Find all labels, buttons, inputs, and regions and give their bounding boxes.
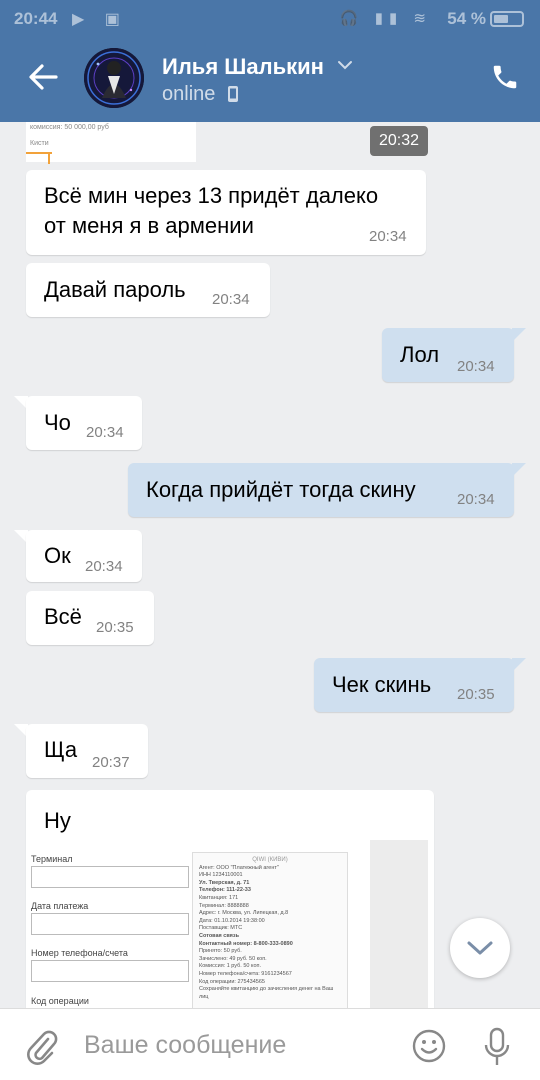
- message-time: 20:34: [457, 491, 495, 508]
- message-bubble-outgoing[interactable]: Лол 20:34: [382, 328, 514, 382]
- avatar[interactable]: [84, 48, 144, 108]
- microphone-icon[interactable]: [484, 1027, 510, 1067]
- message-bubble-incoming[interactable]: Всё мин через 13 придёт далеко от меня я…: [26, 170, 426, 255]
- message-text: Чо: [44, 410, 71, 435]
- receipt-line: Комиссия: 1 руб. 50 коп.: [199, 963, 262, 970]
- receipt-line: Дата: 01.10.2014 19:38:00: [199, 917, 265, 924]
- message-bubble-outgoing[interactable]: Чек скинь 20:35: [314, 658, 514, 712]
- message-text: Всё мин через 13 придёт далеко от меня я…: [44, 183, 379, 238]
- contact-name[interactable]: Илья Шалькин: [162, 54, 324, 80]
- receipt-line: Агент: ООО "Платежный агент": [199, 864, 279, 871]
- image-placeholder: [370, 840, 428, 1008]
- status-time: 20:44: [14, 9, 58, 28]
- back-arrow-icon[interactable]: [26, 60, 60, 94]
- message-text: Всё: [44, 604, 82, 629]
- phone-call-icon[interactable]: [490, 62, 520, 92]
- message-bubble-incoming[interactable]: Давай пароль 20:34: [26, 263, 270, 317]
- receipt-line: Адрес: г. Москва, ул. Липецкая, д.8: [199, 910, 289, 917]
- message-text: Лол: [400, 342, 440, 367]
- message-text: Ок: [44, 543, 71, 568]
- receipt-line: Сотовая связь: [199, 932, 239, 939]
- message-bubble-outgoing[interactable]: Когда прийдёт тогда скину 20:34: [128, 463, 514, 517]
- chevron-down-icon[interactable]: [336, 58, 354, 72]
- message-bubble-incoming[interactable]: Чо 20:34: [26, 396, 142, 450]
- message-time: 20:35: [96, 619, 134, 636]
- receipt-line: Телефон: 111-22-33: [199, 887, 251, 894]
- bubble-tail: [512, 658, 526, 672]
- message-text: Чек скинь: [332, 672, 432, 697]
- bubble-tail: [512, 463, 526, 477]
- chat-header: Илья Шалькин online: [0, 38, 540, 122]
- message-time: 20:37: [92, 754, 130, 771]
- form-field: [31, 913, 189, 935]
- image-caption-line: Кисти: [30, 140, 49, 147]
- message-text: Ща: [44, 737, 78, 762]
- receipt-line: Принято: 50 руб.: [199, 948, 242, 955]
- message-composer: [0, 1008, 540, 1080]
- message-time: 20:34: [212, 291, 250, 308]
- receipt-line: Сохраняйте квитанцию до зачисления денег…: [199, 986, 334, 1000]
- message-time: 20:34: [86, 424, 124, 441]
- message-list[interactable]: комиссия: 50 000,00 руб Кисти 20:32 Всё …: [0, 122, 540, 1008]
- image-caption-line: комиссия: 50 000,00 руб: [30, 124, 109, 131]
- form-field: [31, 866, 189, 888]
- message-time: 20:34: [85, 558, 123, 575]
- receipt-header: QIWI (КИВИ): [252, 857, 288, 863]
- form-label: Терминал: [31, 854, 73, 864]
- image-attachment[interactable]: комиссия: 50 000,00 руб Кисти: [26, 122, 196, 164]
- receipt-line: Терминал: 8888888: [199, 902, 249, 909]
- message-bubble-incoming[interactable]: Ща 20:37: [26, 724, 148, 778]
- battery-percent: 54 %: [447, 9, 486, 28]
- paperclip-icon[interactable]: [26, 1029, 58, 1065]
- message-time: 20:35: [457, 686, 495, 703]
- receipt-line: Код операции: 275434565: [199, 978, 265, 985]
- message-bubble-incoming-image[interactable]: Ну Терминал Дата платежа Номер телефона/…: [26, 790, 434, 1008]
- bubble-tail: [512, 328, 526, 342]
- receipt-line: ИНН 1234110001: [199, 872, 243, 879]
- message-text: Ну: [44, 808, 71, 833]
- message-text: Давай пароль: [44, 277, 186, 302]
- contact-status: online: [162, 83, 216, 105]
- message-text: Когда прийдёт тогда скину: [146, 477, 416, 502]
- form-label: Код операции: [31, 996, 89, 1006]
- message-time: 20:34: [457, 358, 495, 375]
- image-timestamp: 20:32: [370, 126, 428, 156]
- receipt-line: Контактный номер: 8-800-333-0890: [199, 940, 293, 947]
- receipt-image: QIWI (КИВИ) Агент: ООО "Платежный агент"…: [192, 852, 348, 1008]
- receipt-line: Поставщик: МТС: [199, 925, 243, 932]
- form-label: Номер телефона/счета: [31, 948, 128, 958]
- mobile-device-icon: [228, 86, 238, 102]
- receipt-line: Номер телефона/счета: 9161234567: [199, 970, 292, 977]
- notification-icons: ▶ ▣: [72, 11, 128, 28]
- emoji-icon[interactable]: [412, 1029, 446, 1063]
- battery-icon: [490, 11, 524, 27]
- message-time: 20:34: [369, 228, 407, 245]
- message-input[interactable]: [84, 1025, 394, 1065]
- message-bubble-incoming[interactable]: Ок 20:34: [26, 530, 142, 582]
- message-bubble-incoming[interactable]: Всё 20:35: [26, 591, 154, 645]
- form-field: [31, 960, 189, 982]
- scroll-to-bottom-button[interactable]: [450, 918, 510, 978]
- receipt-line: Зачислено: 49 руб. 50 коп.: [199, 955, 267, 962]
- signal-wifi-icons: 🎧 ▮▮ ≋: [339, 10, 432, 27]
- receipt-line: Квитанция: 171: [199, 894, 239, 901]
- status-bar: 20:44 ▶ ▣ 🎧 ▮▮ ≋ 54 %: [0, 0, 540, 38]
- form-label: Дата платежа: [31, 901, 89, 911]
- chevron-down-icon: [467, 941, 493, 955]
